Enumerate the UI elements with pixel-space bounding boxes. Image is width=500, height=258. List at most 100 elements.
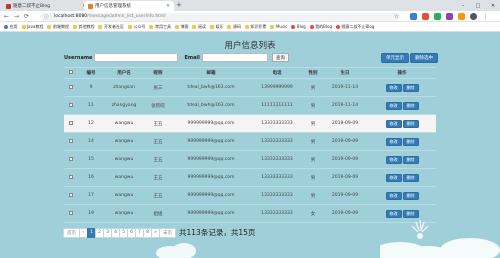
cell-phone: 13333333333 — [250, 114, 304, 133]
edit-button[interactable]: 修改 — [385, 119, 402, 128]
cell-email: 999999999@qq.com — [172, 168, 250, 187]
delete-button[interactable]: 删除 — [402, 137, 419, 146]
url-field[interactable]: ⓘ localhost:8080/message/admin_list_user… — [40, 12, 400, 21]
browser-tab-blog[interactable]: 随意二叔不止Blog ✕ — [2, 1, 90, 11]
back-arrow-icon[interactable]: ← — [2, 12, 11, 21]
last-page-link[interactable]: 末页 — [159, 227, 176, 238]
batch-display-button[interactable]: 单元显示 — [381, 53, 409, 63]
bookmark-label: Music — [275, 24, 288, 29]
extension-icon[interactable] — [446, 13, 453, 20]
cell-nickname: 王五 — [144, 132, 172, 151]
edit-button[interactable]: 修改 — [385, 209, 402, 218]
row-checkbox[interactable] — [69, 102, 73, 107]
cell-username: wangwu — [104, 150, 144, 169]
cell-gender: 男 — [304, 150, 322, 169]
bookmark-item[interactable]: 阅读 — [192, 24, 206, 30]
cell-actions: 修改 删除 — [368, 204, 436, 223]
bookmark-item[interactable]: 源码 — [227, 24, 241, 30]
row-checkbox[interactable] — [69, 120, 73, 125]
row-checkbox[interactable] — [69, 192, 73, 197]
maximize-window-button[interactable]: □ — [471, 0, 485, 11]
delete-button[interactable]: 删除 — [402, 101, 419, 110]
extensions-toolbar: ⋮ — [410, 13, 489, 20]
close-window-button[interactable]: ✕ — [486, 0, 500, 11]
username-input[interactable] — [94, 53, 179, 62]
delete-button[interactable]: 删除 — [402, 83, 419, 92]
email-input[interactable] — [201, 53, 268, 62]
bookmark-item[interactable]: 娱乐 — [209, 24, 223, 30]
row-select-cell — [64, 78, 78, 97]
bookmark-item[interactable]: 前端教程 — [47, 24, 69, 30]
folder-icon — [149, 24, 154, 29]
bookmark-item[interactable]: Blog — [291, 24, 306, 29]
reload-icon[interactable]: ⟳ — [22, 12, 31, 21]
row-checkbox[interactable] — [69, 210, 73, 215]
extension-icon[interactable] — [410, 13, 417, 20]
bookmark-label: 开发者社区 — [103, 23, 124, 29]
bookmark-label: 博客 — [180, 23, 189, 29]
bookmark-label: 其他教程 — [78, 23, 95, 29]
bookmark-item[interactable]: Music — [270, 24, 287, 29]
row-select-cell — [64, 204, 78, 223]
close-tab-icon[interactable]: ✕ — [166, 4, 170, 9]
cell-username: wangwu — [104, 132, 144, 151]
browser-tab-user-system[interactable]: 用户信息管理系统 ✕ — [84, 1, 174, 11]
folder-icon — [192, 24, 197, 29]
select-all-checkbox[interactable] — [69, 70, 73, 75]
edit-button[interactable]: 修改 — [385, 191, 402, 200]
extension-icon[interactable] — [434, 13, 441, 20]
bookmark-item[interactable]: 公众号 — [127, 23, 146, 30]
bookmark-label: 公众号 — [133, 23, 146, 29]
bookmark-item[interactable]: 其他教程 — [72, 23, 95, 30]
bookmark-item[interactable]: 我的Blog — [309, 24, 332, 30]
tab-label: 随意二叔不止Blog — [13, 4, 50, 9]
cell-actions: 修改 删除 — [368, 150, 436, 169]
extension-icon[interactable] — [422, 13, 429, 20]
first-page-link[interactable]: 首页 — [63, 227, 80, 238]
edit-button[interactable]: 修改 — [385, 155, 402, 164]
forward-arrow-icon[interactable]: → — [12, 12, 21, 21]
edit-button[interactable]: 修改 — [385, 101, 402, 110]
bookmark-item[interactable]: 知识积累 — [244, 24, 266, 30]
cell-gender: 男 — [304, 168, 322, 187]
row-select-cell — [64, 150, 78, 169]
bookmark-label: 阅读 — [197, 23, 206, 29]
row-checkbox[interactable] — [69, 84, 73, 89]
bookmark-star-icon[interactable]: ☆ — [392, 12, 401, 21]
bookmark-label: Blog — [296, 24, 306, 29]
menu-kebab-icon[interactable]: ⋮ — [482, 13, 489, 20]
query-button[interactable]: 查询 — [271, 53, 289, 62]
browser-tab-strip: 随意二叔不止Blog ✕ 用户信息管理系统 ✕ + – □ ✕ — [0, 0, 500, 11]
edit-button[interactable]: 修改 — [385, 137, 402, 146]
select-all-header[interactable] — [64, 67, 78, 79]
info-icon[interactable]: ⓘ — [44, 14, 49, 20]
cell-username: zhangyang — [104, 96, 144, 115]
delete-button[interactable]: 删除 — [402, 119, 419, 128]
delete-button[interactable]: 删除 — [402, 173, 419, 182]
cell-phone: 13333333333 — [250, 186, 304, 205]
site-icon — [309, 24, 314, 29]
row-checkbox[interactable] — [69, 138, 73, 143]
edit-button[interactable]: 修改 — [385, 83, 402, 92]
bookmark-item[interactable]: 博客 — [174, 23, 189, 30]
delete-button[interactable]: 删除 — [402, 191, 419, 200]
cell-actions: 修改 删除 — [368, 114, 436, 133]
minimize-window-button[interactable]: – — [456, 0, 470, 11]
row-checkbox[interactable] — [69, 174, 73, 179]
bookmark-item[interactable]: 应用 — [4, 24, 18, 30]
profile-avatar-icon[interactable] — [470, 13, 477, 20]
bookmark-item[interactable]: 随意二叔不止Blog — [336, 24, 374, 30]
column-header: 编号 — [78, 67, 104, 79]
column-header: 生日 — [322, 67, 368, 79]
delete-button[interactable]: 删除 — [402, 209, 419, 218]
row-checkbox[interactable] — [69, 156, 73, 161]
bookmark-item[interactable]: 常用工具 — [149, 24, 171, 30]
bookmark-label: 源码 — [232, 23, 241, 29]
delete-button[interactable]: 删除 — [402, 155, 419, 164]
delete-selected-button[interactable]: 删除选中 — [410, 53, 438, 63]
bookmark-item[interactable]: Java教程 — [21, 24, 43, 30]
edit-button[interactable]: 修改 — [385, 173, 402, 182]
extension-icon[interactable] — [458, 13, 465, 20]
new-tab-button[interactable]: + — [176, 1, 182, 9]
bookmark-item[interactable]: 开发者社区 — [98, 24, 124, 30]
